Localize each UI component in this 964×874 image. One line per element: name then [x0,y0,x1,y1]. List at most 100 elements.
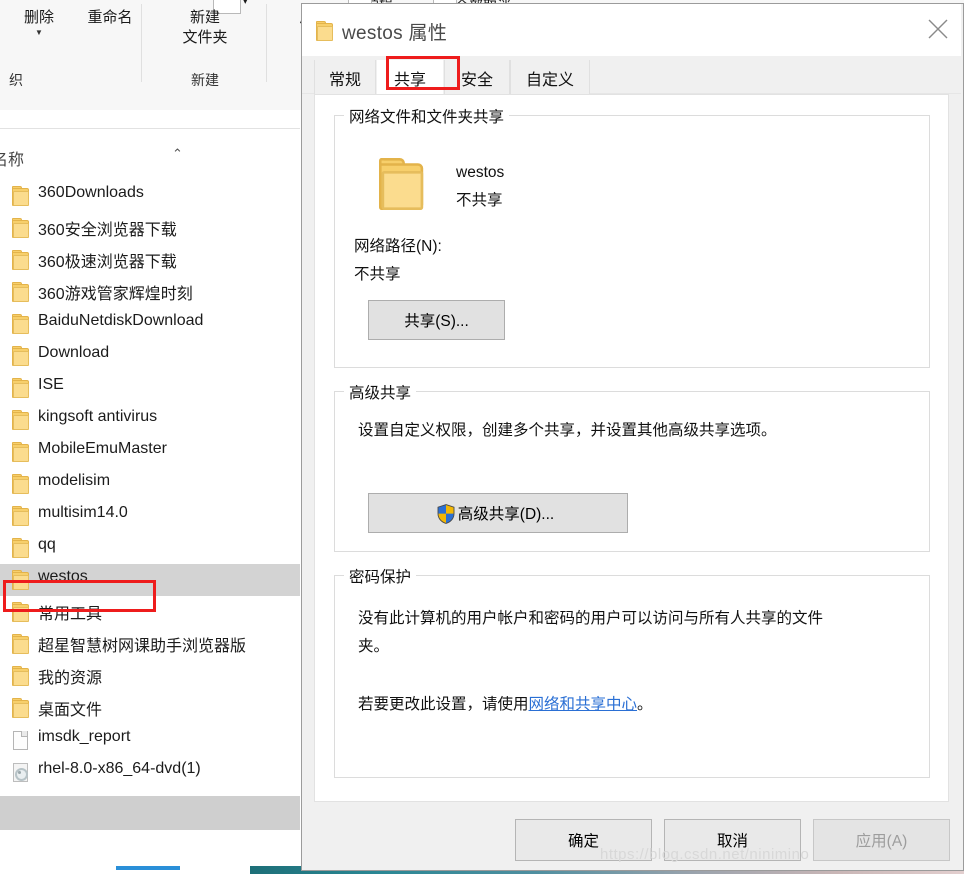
tab-customize[interactable]: 自定义 [510,60,590,94]
dialog-title-text: westos 属性 [342,23,448,44]
taskbar-accent-left [116,866,180,870]
password-protection-line-1: 没有此计算机的用户帐户和密码的用户可以访问与所有人共享的文件 [358,610,824,627]
shared-folder-name: westos [456,164,505,181]
folder-icon [12,282,29,302]
folder-icon [12,186,29,206]
folder-icon [12,250,29,270]
tab-sharing[interactable]: 共享 [376,60,444,98]
list-item-label: 360游戏管家辉煌时刻 [38,286,193,303]
file-icon [12,730,29,750]
close-button[interactable] [915,4,961,50]
group-advanced-sharing: 高级共享 设置自定义权限，创建多个共享，并设置其他高级共享选项。 高级共享(D)… [334,381,930,552]
advanced-sharing-button[interactable]: 高级共享(D)... [368,493,628,533]
list-item[interactable]: imsdk_report [0,724,300,756]
ribbon-new-folder-label-2: 文件夹 [182,29,228,46]
list-item-label: rhel-8.0-x86_64-dvd(1) [38,760,201,777]
list-item-label: 我的资源 [38,670,103,687]
list-item[interactable]: ISE [0,372,300,404]
ribbon-delete-button[interactable]: 删除 ▼ [4,8,74,37]
password-protection-line-3-prefix: 若要更改此设置，请使用 [358,696,529,713]
list-item-label: 360安全浏览器下载 [38,222,177,239]
folder-icon [12,218,29,238]
folder-icon [12,378,29,398]
list-item[interactable]: 桌面文件 [0,692,300,724]
list-item-label: 常用工具 [38,606,103,623]
tab-general-label: 常规 [328,72,361,89]
list-item-label: 360Downloads [38,184,144,201]
ribbon-delete-label: 删除 [23,9,54,26]
share-state: 不共享 [456,192,503,209]
list-item[interactable]: qq [0,532,300,564]
uac-shield-icon [437,504,455,524]
list-item-label: kingsoft antivirus [38,408,158,425]
list-item[interactable]: westos [0,564,300,596]
tab-customize-label: 自定义 [525,72,574,89]
ribbon-new-folder-button[interactable]: 新建 文件夹 [150,8,260,48]
folder-icon [12,442,29,462]
list-selection-band [0,796,300,830]
group-network-sharing-title: 网络文件和文件夹共享 [344,105,510,127]
disc-image-icon [12,762,29,782]
properties-dialog: westos 属性 常规 共享 安全 自定义 网络文件和文件夹共享 westos… [301,3,964,871]
folder-icon [12,570,29,590]
password-protection-line-3-suffix: 。 [637,696,653,713]
close-icon [928,19,948,39]
list-item-label: qq [38,536,56,553]
list-item-label: 360极速浏览器下载 [38,254,177,271]
password-protection-line-2: 夹。 [358,638,390,655]
tab-sharing-label: 共享 [393,72,426,89]
tab-general[interactable]: 常规 [314,60,376,94]
password-protection-line-3: 若要更改此设置，请使用网络和共享中心。 [358,692,918,718]
list-item[interactable]: 360极速浏览器下载 [0,244,300,276]
advanced-sharing-button-label: 高级共享(D)... [457,506,555,523]
folder-icon [12,410,29,430]
ribbon-new-folder-label-1: 新建 [189,9,220,26]
folder-icon [12,346,29,366]
list-item[interactable]: kingsoft antivirus [0,404,300,436]
list-item[interactable]: Download [0,340,300,372]
apply-button: 应用(A) [813,819,950,861]
folder-icon [12,698,29,718]
folder-icon [12,506,29,526]
share-button[interactable]: 共享(S)... [368,300,505,340]
list-item-label: 超星智慧树网课助手浏览器版 [38,638,247,655]
list-item[interactable]: 360游戏管家辉煌时刻 [0,276,300,308]
dialog-title-bar[interactable]: westos 属性 [302,4,961,56]
ribbon-group-organize-label: 织 [9,72,23,88]
ribbon-rename-label: 重命名 [87,9,133,26]
tab-security-label: 安全 [460,72,493,89]
chevron-down-icon[interactable]: ▾ [243,0,255,8]
chevron-down-icon[interactable]: ▼ [4,29,74,37]
tab-security[interactable]: 安全 [444,60,510,94]
list-item[interactable]: modelisim [0,468,300,500]
list-item[interactable]: 360Downloads [0,180,300,212]
list-item[interactable]: multisim14.0 [0,500,300,532]
column-header-name[interactable]: 名称 [0,140,300,174]
network-sharing-center-link[interactable]: 网络和共享中心 [529,696,638,713]
list-item[interactable]: BaiduNetdiskDownload [0,308,300,340]
list-item-label: multisim14.0 [38,504,128,521]
list-item-label: modelisim [38,472,111,489]
header-divider [0,128,300,129]
folder-icon [12,666,29,686]
folder-icon [12,602,29,622]
list-item-label: MobileEmuMaster [38,440,167,457]
group-network-sharing: 网络文件和文件夹共享 westos 不共享 网络路径(N): 不共享 共享(S)… [334,105,930,368]
list-item-label: imsdk_report [38,728,131,745]
list-item-label: westos [38,568,88,585]
apply-button-label: 应用(A) [855,833,908,850]
list-item[interactable]: MobileEmuMaster [0,436,300,468]
folder-icon [12,634,29,654]
folder-icon [12,474,29,494]
list-item[interactable]: 超星智慧树网课助手浏览器版 [0,628,300,660]
list-item[interactable]: 常用工具 [0,596,300,628]
folder-icon [316,21,333,41]
ribbon-rename-button[interactable]: 重命名 [72,8,148,28]
list-item-label: BaiduNetdiskDownload [38,312,204,329]
tab-page-sharing: 网络文件和文件夹共享 westos 不共享 网络路径(N): 不共享 共享(S)… [314,94,949,802]
list-item[interactable]: 360安全浏览器下载 [0,212,300,244]
list-item[interactable]: rhel-8.0-x86_64-dvd(1) [0,756,300,788]
list-item[interactable]: 我的资源 [0,660,300,692]
watermark-text: https://blog.csdn.net/ninimino [600,846,810,863]
network-path-label: 网络路径(N): [354,238,442,255]
